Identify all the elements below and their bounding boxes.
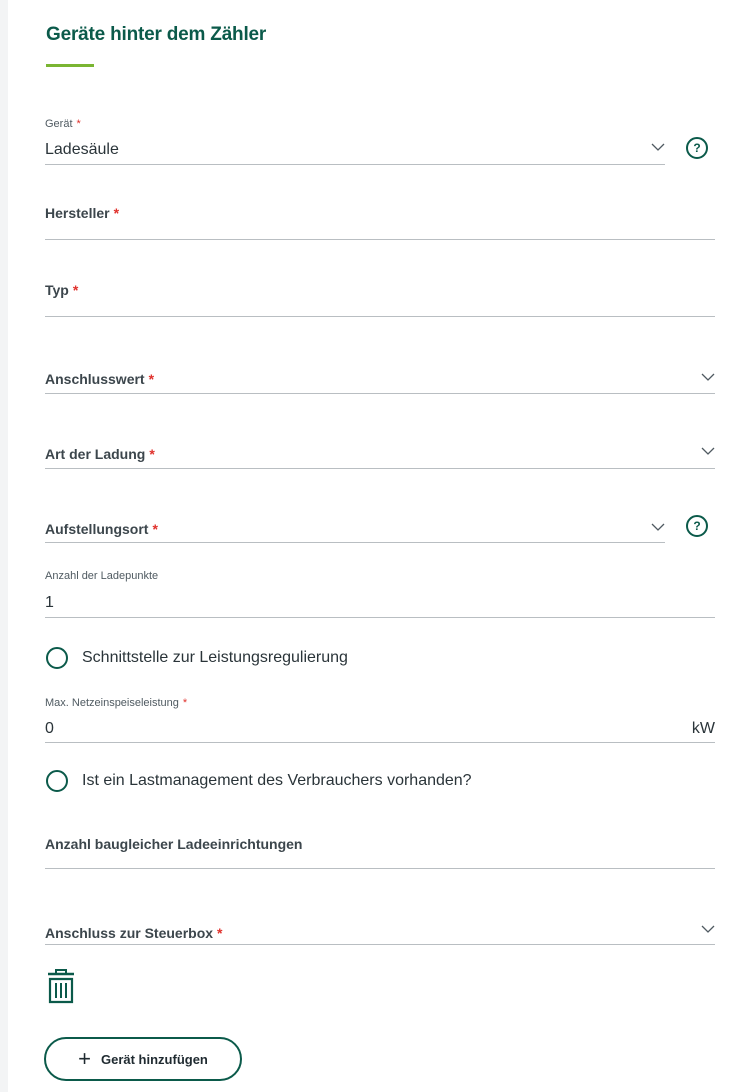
plus-icon: + [78,1046,91,1071]
required-marker: * [113,205,120,221]
manufacturer-label: Hersteller [45,205,110,221]
max-feed-in-value: 0 [45,720,54,737]
max-feed-in-label: Max. Netzeinspeiseleistung [45,697,179,709]
charging-type-label: Art der Ladung [45,446,146,462]
manufacturer-field[interactable]: Hersteller * [45,196,715,240]
unit-label: kW [691,720,715,737]
type-field[interactable]: Typ * [45,273,715,317]
add-device-button[interactable]: + Gerät hinzufügen [44,1037,242,1081]
trash-icon[interactable] [46,968,76,1004]
chevron-down-icon [701,373,715,381]
power-regulation-option[interactable]: Schnittstelle zur Leistungsregulierung [46,647,348,669]
required-marker: * [148,371,155,387]
connection-value-select[interactable]: Anschlusswert * [45,360,715,394]
control-box-select[interactable]: Anschluss zur Steuerbox * [45,914,715,945]
charging-points-label: Anzahl der Ladepunkte [45,570,159,582]
title-accent-bar [46,64,94,67]
max-feed-in-field[interactable]: Max. Netzeinspeiseleistung * 0 kW [45,694,715,743]
load-management-label: Ist ein Lastmanagement des Verbrauchers … [82,772,472,789]
required-marker: * [152,521,158,537]
control-box-label: Anschluss zur Steuerbox [45,925,214,941]
charging-points-value: 1 [45,594,54,611]
device-select[interactable]: Gerät * Ladesäule [45,115,665,165]
charging-points-field[interactable]: Anzahl der Ladepunkte 1 [45,567,715,618]
chevron-down-icon [651,143,665,151]
radio-button[interactable] [46,770,68,792]
identical-chargers-label: Anzahl baugleicher Ladeeinrichtungen [45,836,303,852]
required-marker: * [76,118,81,130]
device-value: Ladesäule [45,141,119,158]
left-border [0,0,8,1092]
required-marker: * [182,697,188,709]
installation-location-label: Aufstellungsort [45,521,149,537]
installation-location-select[interactable]: Aufstellungsort * [45,510,665,543]
required-marker: * [149,446,155,462]
load-management-option[interactable]: Ist ein Lastmanagement des Verbrauchers … [46,770,472,792]
charging-type-select[interactable]: Art der Ladung * [45,437,715,469]
section-title: Geräte hinter dem Zähler [46,24,267,45]
type-label: Typ [45,282,69,298]
connection-value-label: Anschlusswert [45,371,145,387]
chevron-down-icon [701,925,715,933]
required-marker: * [72,282,79,298]
help-icon[interactable]: ? [686,137,708,159]
identical-chargers-field[interactable]: Anzahl baugleicher Ladeeinrichtungen [45,825,715,869]
chevron-down-icon [651,523,665,531]
add-device-label: Gerät hinzufügen [100,1051,208,1067]
required-marker: * [217,925,223,941]
radio-button[interactable] [46,647,68,669]
chevron-down-icon [701,447,715,455]
power-regulation-label: Schnittstelle zur Leistungsregulierung [82,649,348,666]
device-label: Gerät [45,118,73,130]
help-icon[interactable]: ? [686,515,708,537]
